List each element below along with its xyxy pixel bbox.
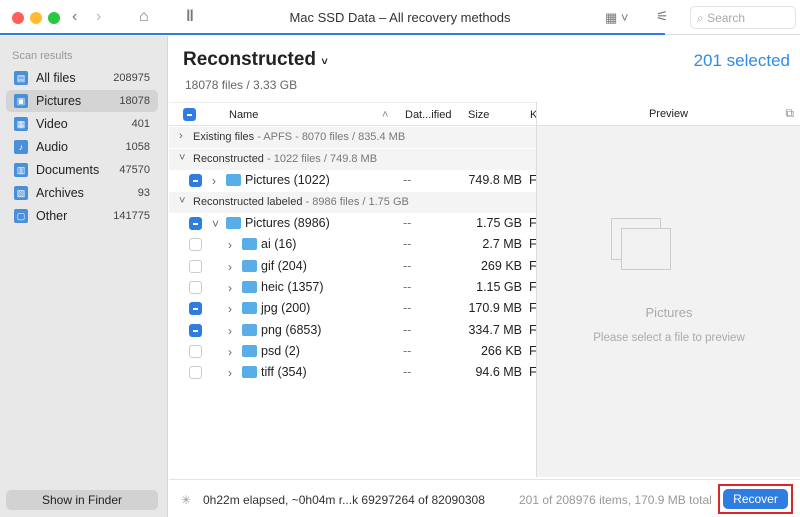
column-header: Name ˄ Dat...ified Size K — [169, 102, 537, 126]
selected-count: 201 selected — [693, 51, 790, 70]
folder-icon — [226, 174, 241, 186]
table-row[interactable]: › png (6853) -- 334.7 MB F — [169, 320, 536, 341]
sidebar-item-documents[interactable]: ▥ Documents 47570 — [6, 159, 158, 181]
pictures-icon: ▣ — [14, 94, 28, 108]
chevron-down-icon[interactable]: ˅ — [179, 152, 185, 164]
folder-icon — [242, 238, 257, 250]
chevron-down-icon[interactable]: ˅ — [212, 217, 219, 231]
scan-progress-text: 0h22m elapsed, ~0h04m r...k 69297264 of … — [203, 493, 485, 507]
table-row[interactable]: › heic (1357) -- 1.15 GB F — [169, 277, 536, 298]
folder-icon — [242, 366, 257, 378]
preview-pane: Preview ⧉ Pictures Please select a file … — [536, 102, 800, 477]
video-icon: ▦ — [14, 117, 28, 131]
table-row[interactable]: › psd (2) -- 266 KB F — [169, 341, 536, 362]
row-checkbox[interactable] — [189, 260, 202, 273]
table-row[interactable]: › ai (16) -- 2.7 MB F — [169, 234, 536, 255]
scan-progress-bar — [0, 33, 665, 35]
sidebar-item-pictures[interactable]: ▣ Pictures 18078 — [6, 90, 158, 112]
chevron-right-icon[interactable]: › — [212, 174, 216, 188]
view-mode-icon[interactable]: ▦ ˅ — [605, 10, 629, 26]
group-header[interactable]: ˅ Reconstructed - 1022 files / 749.8 MB — [169, 149, 536, 170]
page-subtitle: 18078 files / 3.33 GB — [185, 78, 298, 92]
main-panel: Reconstructed ˅ 18078 files / 3.33 GB 20… — [169, 36, 800, 517]
row-checkbox[interactable] — [189, 345, 202, 358]
spinner-icon: ✳ — [181, 493, 192, 507]
folder-icon — [242, 302, 257, 314]
row-checkbox[interactable] — [189, 281, 202, 294]
table-row[interactable]: ˅ Pictures (8986) -- 1.75 GB F — [169, 213, 536, 234]
row-checkbox[interactable] — [189, 366, 202, 379]
other-icon: ▢ — [14, 209, 28, 223]
sort-asc-icon: ˄ — [382, 109, 389, 121]
folder-icon — [242, 345, 257, 357]
column-size[interactable]: Size — [468, 109, 489, 121]
copy-icon[interactable]: ⧉ — [785, 106, 794, 121]
group-header[interactable]: ˅ Reconstructed labeled - 8986 files / 1… — [169, 192, 536, 213]
sidebar-item-audio[interactable]: ♪ Audio 1058 — [6, 136, 158, 158]
chevron-right-icon[interactable]: › — [228, 345, 232, 359]
chevron-right-icon[interactable]: › — [228, 302, 232, 316]
sidebar-heading: Scan results — [12, 50, 73, 62]
chevron-right-icon[interactable]: › — [228, 281, 232, 295]
sidebar-item-all-files[interactable]: ▤ All files 208975 — [6, 67, 158, 89]
chevron-right-icon[interactable]: › — [228, 366, 232, 380]
sidebar-item-video[interactable]: ▦ Video 401 — [6, 113, 158, 135]
archives-icon: ▧ — [14, 186, 28, 200]
column-name[interactable]: Name — [229, 109, 258, 121]
recover-highlight: Recover — [718, 484, 793, 514]
file-list: › Existing files - APFS - 8070 files / 8… — [169, 127, 536, 479]
chevron-right-icon[interactable]: › — [179, 130, 183, 142]
row-checkbox[interactable] — [189, 324, 202, 337]
row-checkbox[interactable] — [189, 217, 202, 230]
search-icon: ⌕ — [697, 11, 708, 25]
page-title[interactable]: Reconstructed ˅ — [183, 49, 328, 71]
preview-hint: Please select a file to preview — [593, 332, 745, 344]
table-row[interactable]: › tiff (354) -- 94.6 MB F — [169, 362, 536, 383]
sidebar: Scan results ▤ All files 208975 ▣ Pictur… — [0, 36, 168, 517]
show-in-finder-button[interactable]: Show in Finder — [6, 490, 158, 510]
chevron-right-icon[interactable]: › — [228, 324, 232, 338]
row-checkbox[interactable] — [189, 174, 202, 187]
filter-settings-icon[interactable]: ⚟ — [656, 8, 669, 25]
window-title: Mac SSD Data – All recovery methods — [289, 10, 511, 25]
group-header[interactable]: › Existing files - APFS - 8070 files / 8… — [169, 127, 536, 148]
row-checkbox[interactable] — [189, 302, 202, 315]
folder-icon — [242, 281, 257, 293]
table-row[interactable]: › jpg (200) -- 170.9 MB F — [169, 298, 536, 319]
folder-icon — [242, 260, 257, 272]
documents-icon: ▥ — [14, 163, 28, 177]
sidebar-item-archives[interactable]: ▧ Archives 93 — [6, 182, 158, 204]
row-checkbox[interactable] — [189, 238, 202, 251]
chevron-right-icon[interactable]: › — [228, 260, 232, 274]
column-date[interactable]: Dat...ified — [405, 109, 451, 121]
recover-button[interactable]: Recover — [723, 489, 788, 509]
preview-header: Preview — [537, 102, 800, 126]
table-row[interactable]: › Pictures (1022) -- 749.8 MB F — [169, 170, 536, 191]
image-placeholder-icon — [621, 228, 671, 270]
select-all-checkbox[interactable] — [183, 108, 196, 121]
chevron-down-icon: ˅ — [321, 56, 328, 68]
table-row[interactable]: › gif (204) -- 269 KB F — [169, 256, 536, 277]
selection-summary: 201 of 208976 items, 170.9 MB total — [519, 493, 712, 507]
chevron-right-icon[interactable]: › — [228, 238, 232, 252]
search-input[interactable]: ⌕ Search — [690, 6, 796, 29]
all-files-icon: ▤ — [14, 71, 28, 85]
audio-icon: ♪ — [14, 140, 28, 154]
preview-title: Pictures — [645, 305, 693, 320]
sidebar-item-other[interactable]: ▢ Other 141775 — [6, 205, 158, 227]
chevron-down-icon[interactable]: ˅ — [179, 195, 185, 207]
status-bar: ✳ 0h22m elapsed, ~0h04m r...k 69297264 o… — [169, 479, 800, 517]
folder-icon — [226, 217, 241, 229]
folder-icon — [242, 324, 257, 336]
title-bar: ‹ › ⌂ ‖ Mac SSD Data – All recovery meth… — [0, 0, 800, 35]
